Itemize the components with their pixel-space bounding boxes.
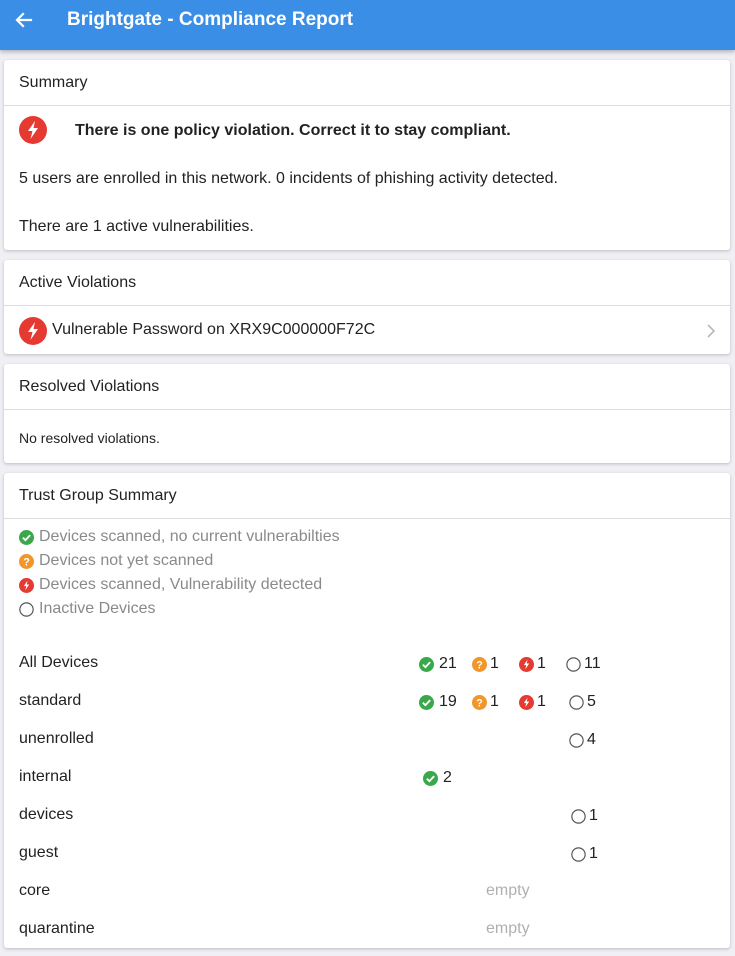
empty-label: empty [486, 882, 530, 899]
summary-header: Summary [4, 60, 730, 106]
arrow-left-icon [15, 12, 33, 28]
count-value: 21 [439, 655, 457, 672]
resolved-violations-card: Resolved Violations No resolved violatio… [4, 364, 730, 463]
trust-group-summary-card: Trust Group Summary Devices scanned, no … [4, 473, 730, 948]
empty-circle-icon [571, 809, 586, 829]
active-violations-card: Active Violations Vulnerable Password on… [4, 260, 730, 354]
trust-group-name: unenrolled [19, 730, 94, 747]
violation-alert-text: There is one policy violation. Correct i… [75, 122, 511, 139]
count-value: 19 [439, 693, 457, 710]
count-value: 11 [584, 655, 601, 672]
trust-group-name: devices [19, 806, 74, 823]
legend-label: Devices not yet scanned [39, 552, 214, 569]
summary-card: Summary There is one policy violation. C… [4, 60, 730, 250]
count-value: 1 [537, 693, 546, 710]
back-button[interactable] [12, 8, 36, 32]
count-value: 1 [490, 655, 499, 672]
page-title: Brightgate - Compliance Report [67, 9, 354, 30]
question-circle-icon: ? [472, 695, 487, 715]
trust-group-row: standard 19? 1 1 5 [19, 687, 719, 717]
bolt-circle-icon [519, 695, 534, 715]
count-value: 4 [587, 731, 596, 748]
trust-group-row: guest 1 [19, 839, 719, 869]
empty-circle-icon [569, 733, 584, 753]
legend-label: Devices scanned, Vulnerability detected [39, 576, 323, 593]
count-value: 1 [490, 693, 499, 710]
bolt-circle-icon [519, 657, 534, 677]
trust-group-row: All Devices 21? 1 1 11 [19, 649, 719, 679]
trust-group-row: devices 1 [19, 801, 719, 831]
trust-group-row: unenrolled 4 [19, 725, 719, 755]
count-value: 1 [589, 845, 598, 862]
trust-group-name: All Devices [19, 654, 99, 671]
trust-group-header: Trust Group Summary [4, 473, 730, 519]
check-circle-icon [19, 530, 34, 552]
empty-circle-icon [571, 847, 586, 867]
trust-group-name: standard [19, 692, 82, 709]
trust-group-row: core empty [19, 877, 719, 907]
resolved-violations-header: Resolved Violations [4, 364, 730, 410]
app-bar: Brightgate - Compliance Report [0, 0, 735, 50]
question-circle-icon: ? [19, 554, 34, 576]
users-summary-text: 5 users are enrolled in this network. 0 … [19, 170, 558, 187]
check-circle-icon [419, 695, 434, 715]
question-circle-icon: ? [472, 657, 487, 677]
violation-label: Vulnerable Password on XRX9C000000F72C [52, 321, 376, 338]
count-value: 2 [443, 769, 452, 786]
trust-group-name: guest [19, 844, 59, 861]
vulnerability-summary-text: There are 1 active vulnerabilities. [19, 218, 254, 235]
svg-text:?: ? [476, 659, 483, 671]
legend-label: Devices scanned, no current vulnerabilti… [39, 528, 340, 545]
chevron-right-icon [707, 324, 716, 338]
bolt-circle-icon [19, 578, 34, 600]
count-value: 1 [589, 807, 598, 824]
empty-circle-icon [19, 602, 34, 624]
no-resolved-text: No resolved violations. [19, 430, 160, 446]
count-value: 1 [537, 655, 546, 672]
trust-group-row: internal 2 [19, 763, 719, 793]
svg-text:?: ? [23, 556, 30, 568]
check-circle-icon [423, 771, 438, 791]
legend-label: Inactive Devices [39, 600, 156, 617]
bolt-circle-icon [19, 317, 47, 345]
bolt-circle-icon [19, 116, 47, 144]
trust-group-name: quarantine [19, 920, 95, 937]
check-circle-icon [419, 657, 434, 677]
empty-circle-icon [566, 657, 581, 677]
svg-text:?: ? [476, 697, 483, 709]
count-value: 5 [587, 693, 596, 710]
violation-list-item[interactable]: Vulnerable Password on XRX9C000000F72C [4, 307, 730, 354]
empty-label: empty [486, 920, 530, 937]
empty-circle-icon [569, 695, 584, 715]
trust-group-name: internal [19, 768, 72, 785]
trust-group-row: quarantine empty [19, 915, 719, 945]
trust-group-name: core [19, 882, 51, 899]
active-violations-header: Active Violations [4, 260, 730, 306]
